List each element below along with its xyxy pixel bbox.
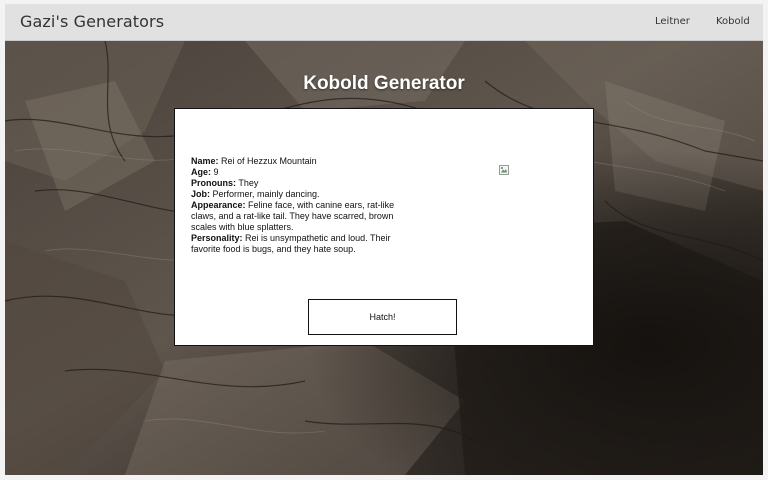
name-value: Rei of Hezzux Mountain [221,156,317,166]
kobold-info: Name: Rei of Hezzux Mountain Age: 9 Pron… [191,156,399,255]
nav-link-leitner[interactable]: Leitner [655,16,690,27]
brand-link[interactable]: Gazi's Generators [20,12,164,31]
hatch-button[interactable]: Hatch! [308,299,457,335]
appearance-row: Appearance: Feline face, with canine ear… [191,200,399,233]
age-row: Age: 9 [191,167,399,178]
kobold-card: Name: Rei of Hezzux Mountain Age: 9 Pron… [174,108,594,346]
navbar: Gazi's Generators Leitner Kobold [5,4,763,41]
personality-row: Personality: Rei is unsympathetic and lo… [191,233,399,255]
name-label: Name: [191,156,219,166]
age-value: 9 [213,167,219,177]
page-title: Kobold Generator [303,73,465,94]
pronouns-value: They [238,178,259,188]
appearance-label: Appearance: [191,200,246,210]
job-row: Job: Performer, mainly dancing. [191,189,399,200]
job-value: Performer, mainly dancing. [212,189,320,199]
age-label: Age: [191,167,211,177]
job-label: Job: [191,189,210,199]
browser-viewport: Gazi's Generators Leitner Kobold Kobold … [5,4,763,475]
pronouns-row: Pronouns: They [191,178,399,189]
name-row: Name: Rei of Hezzux Mountain [191,156,399,167]
personality-label: Personality: [191,233,243,243]
nav-link-kobold[interactable]: Kobold [716,16,750,27]
pronouns-label: Pronouns: [191,178,236,188]
broken-image-icon [499,162,509,175]
